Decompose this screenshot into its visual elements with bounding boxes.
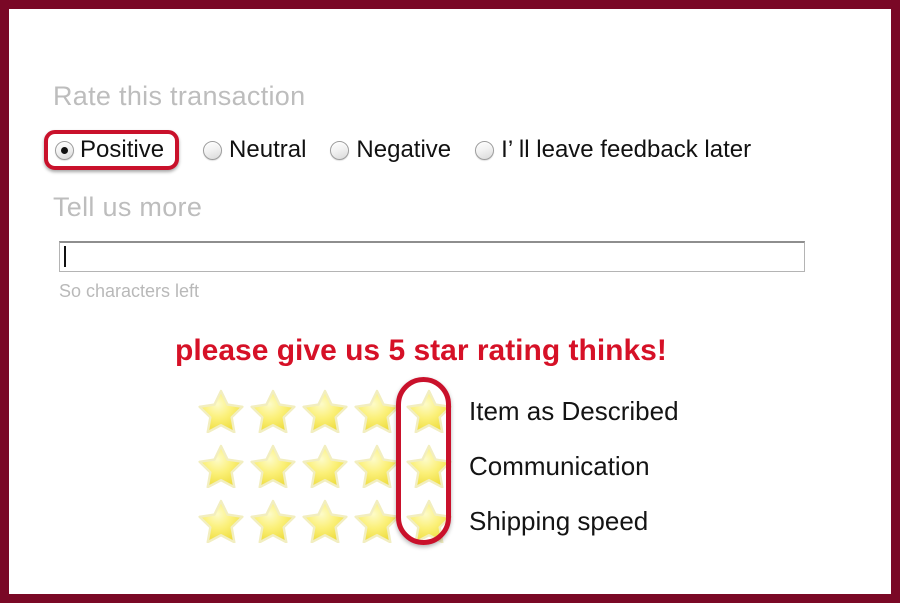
rating-label-shipping-speed: Shipping speed [469, 505, 649, 536]
character-count-label: So characters left [59, 281, 200, 301]
star-icon[interactable] [351, 493, 403, 548]
star-icon[interactable] [195, 438, 247, 493]
rating-label-communication: Communication [469, 450, 650, 481]
radio-label-feedback-later: I’ ll leave feedback later [501, 136, 752, 163]
radio-button-icon-positive[interactable] [55, 140, 74, 160]
star-row-communication: Communication [195, 438, 679, 493]
radio-option-neutral[interactable]: Neutral [203, 130, 306, 170]
star-icon[interactable] [403, 438, 455, 493]
star-icon[interactable] [247, 438, 299, 493]
rating-radio-group: Positive Neutral Negative I’ ll leave fe… [44, 130, 751, 170]
star-icon[interactable] [403, 383, 455, 438]
radio-button-icon-negative[interactable] [330, 140, 350, 160]
feedback-form-window: Rate this transaction Positive Neutral N… [0, 0, 900, 603]
star-icon[interactable] [247, 493, 299, 548]
star-icon[interactable] [247, 383, 299, 438]
star-icon[interactable] [403, 493, 455, 548]
star-cells-item-as-described [195, 383, 455, 438]
radio-button-icon-feedback-later[interactable] [475, 140, 495, 160]
star-row-shipping-speed: Shipping speed [195, 493, 679, 548]
star-icon[interactable] [351, 383, 403, 438]
star-icon[interactable] [299, 438, 351, 493]
form-body: Rate this transaction Positive Neutral N… [9, 9, 891, 594]
star-ratings-group: Item as Described Communication Shipping… [195, 383, 679, 548]
star-icon[interactable] [351, 438, 403, 493]
radio-option-negative[interactable]: Negative [330, 130, 451, 170]
star-icon[interactable] [299, 493, 351, 548]
star-icon[interactable] [299, 383, 351, 438]
rating-label-item-as-described: Item as Described [469, 395, 679, 426]
radio-option-feedback-later[interactable]: I’ ll leave feedback later [475, 130, 751, 170]
text-caret [64, 246, 66, 267]
comment-input[interactable] [59, 241, 805, 272]
tell-us-more-heading: Tell us more [53, 192, 203, 222]
radio-label-positive: Positive [80, 136, 165, 163]
star-cells-shipping-speed [195, 493, 455, 548]
star-row-item-as-described: Item as Described [195, 383, 679, 438]
radio-label-neutral: Neutral [229, 136, 307, 163]
radio-option-positive[interactable]: Positive [44, 130, 180, 170]
star-icon[interactable] [195, 493, 247, 548]
rate-section-heading: Rate this transaction [53, 81, 306, 111]
comment-input-wrapper[interactable] [59, 241, 805, 272]
star-icon[interactable] [195, 383, 247, 438]
radio-label-negative: Negative [356, 136, 452, 163]
promo-message: please give us 5 star rating thinks! [175, 334, 667, 367]
radio-button-icon-neutral[interactable] [203, 140, 223, 160]
star-cells-communication [195, 438, 455, 493]
